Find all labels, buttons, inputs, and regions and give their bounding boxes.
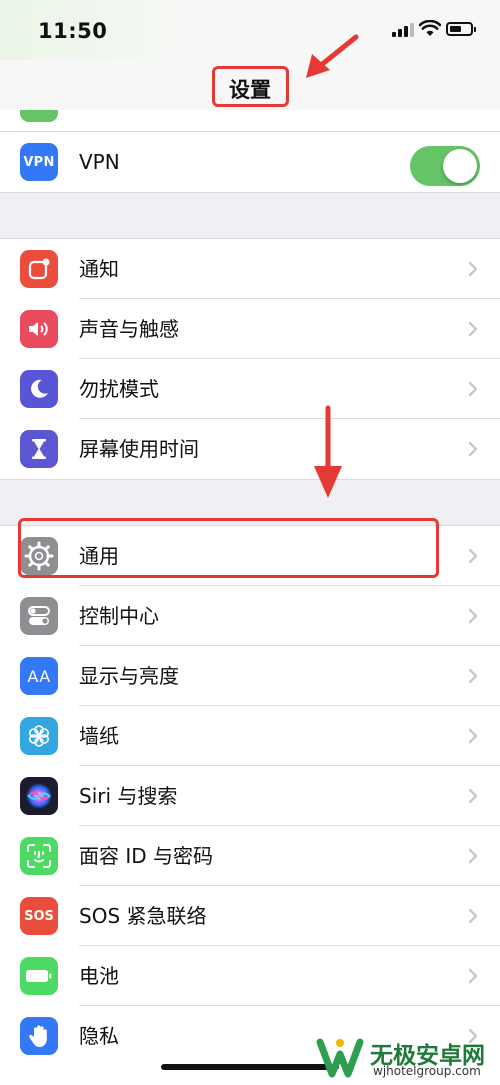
- settings-row-battery[interactable]: 电池: [0, 946, 500, 1006]
- settings-row-label: 显示与亮度: [79, 664, 179, 688]
- settings-row-label: 通知: [79, 257, 119, 281]
- vpn-icon: VPN: [20, 143, 58, 181]
- settings-group-general: 通用 控制中心 AA 显示与亮度 墙纸 Siri 与搜索 面容 ID 与密码 S…: [0, 525, 500, 1085]
- chevron-right-icon: [468, 908, 478, 924]
- settings-row-label: 电池: [79, 964, 119, 988]
- settings-group-vpn: VPN VPN: [0, 131, 500, 193]
- cellular-signal-icon: [392, 23, 414, 37]
- settings-group-notifications: 通知 声音与触感 勿扰模式 屏幕使用时间: [0, 238, 500, 480]
- watermark-logo-icon: [316, 1038, 364, 1078]
- notifications-icon: [20, 250, 58, 288]
- moon-icon: [20, 370, 58, 408]
- display-icon: AA: [20, 657, 58, 695]
- partial-row: [0, 110, 500, 132]
- general-highlight-box: [18, 518, 439, 578]
- hourglass-icon: [20, 430, 58, 468]
- settings-row-sounds[interactable]: 声音与触感: [0, 299, 500, 359]
- settings-row-label: 墙纸: [79, 724, 119, 748]
- face-id-icon: [20, 837, 58, 875]
- wifi-icon: [419, 20, 441, 36]
- settings-row-label: 屏幕使用时间: [79, 437, 199, 461]
- chevron-right-icon: [468, 668, 478, 684]
- settings-row-wallpaper[interactable]: 墙纸: [0, 706, 500, 766]
- wallpaper-flower-icon: [20, 717, 58, 755]
- chevron-right-icon: [468, 848, 478, 864]
- status-time: 11:50: [38, 19, 108, 43]
- chevron-right-icon: [468, 728, 478, 744]
- chevron-right-icon: [468, 321, 478, 337]
- sos-icon: SOS: [20, 897, 58, 935]
- toggle-knob: [443, 149, 477, 183]
- title-highlight-box: [212, 66, 289, 107]
- settings-row-emergency-sos[interactable]: SOS SOS 紧急联络: [0, 886, 500, 946]
- settings-row-label: 勿扰模式: [79, 377, 159, 401]
- settings-row-label: VPN: [79, 150, 120, 174]
- speaker-icon: [20, 310, 58, 348]
- settings-row-label: 控制中心: [79, 604, 159, 628]
- settings-row-label: 面容 ID 与密码: [79, 844, 214, 868]
- settings-row-control-center[interactable]: 控制中心: [0, 586, 500, 646]
- settings-row-siri[interactable]: Siri 与搜索: [0, 766, 500, 826]
- chevron-right-icon: [468, 261, 478, 277]
- settings-row-label: SOS 紧急联络: [79, 904, 207, 928]
- settings-row-label: 声音与触感: [79, 317, 179, 341]
- chevron-right-icon: [468, 381, 478, 397]
- chevron-right-icon: [468, 608, 478, 624]
- settings-row-label: 隐私: [79, 1024, 119, 1048]
- control-center-icon: [20, 597, 58, 635]
- siri-icon: [20, 777, 58, 815]
- status-bar: 11:50: [0, 0, 500, 60]
- vpn-toggle[interactable]: [410, 146, 480, 186]
- partial-icon: [20, 110, 58, 122]
- settings-row-face-id[interactable]: 面容 ID 与密码: [0, 826, 500, 886]
- chevron-right-icon: [468, 788, 478, 804]
- red-arrow-down: [314, 405, 342, 498]
- watermark-url: wjhotelgroup.com: [373, 1064, 481, 1078]
- settings-row-label: Siri 与搜索: [79, 784, 178, 808]
- settings-row-do-not-disturb[interactable]: 勿扰模式: [0, 359, 500, 419]
- red-arrow-to-title: [306, 34, 359, 78]
- chevron-right-icon: [468, 548, 478, 564]
- home-indicator[interactable]: [161, 1064, 339, 1070]
- settings-row-notifications[interactable]: 通知: [0, 239, 500, 299]
- chevron-right-icon: [468, 441, 478, 457]
- settings-row-screen-time[interactable]: 屏幕使用时间: [0, 419, 500, 479]
- hand-icon: [20, 1017, 58, 1055]
- settings-row-vpn[interactable]: VPN VPN: [0, 132, 500, 192]
- settings-row-display[interactable]: AA 显示与亮度: [0, 646, 500, 706]
- chevron-right-icon: [468, 968, 478, 984]
- battery-status-icon: [446, 22, 476, 36]
- battery-icon: [20, 957, 58, 995]
- watermark: 无极安卓网 wjhotelgroup.com: [316, 1030, 500, 1083]
